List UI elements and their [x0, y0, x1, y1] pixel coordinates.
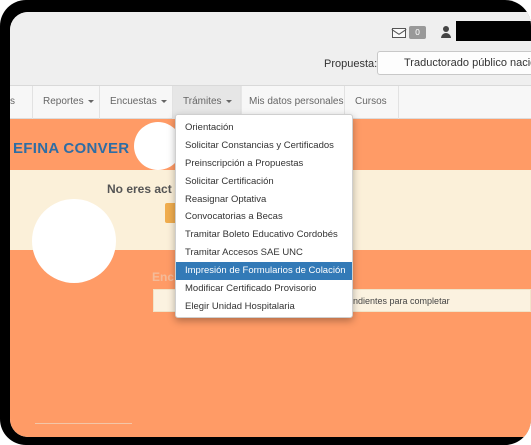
divider	[35, 423, 132, 424]
redaction-circle	[32, 199, 116, 283]
nav-item-cursos[interactable]: Cursos	[355, 86, 387, 119]
browser-viewport: 0 Propuesta: Traductorado público nacion…	[10, 12, 531, 437]
menu-item-unidad-hospitalaria[interactable]: Elegir Unidad Hospitalaria	[176, 298, 352, 316]
tramites-dropdown-menu: Orientación Solicitar Constancias y Cert…	[175, 114, 353, 318]
nav-divider	[99, 86, 100, 119]
caret-down-icon	[225, 99, 232, 103]
menu-item-reasignar-optativa[interactable]: Reasignar Optativa	[176, 191, 352, 209]
user-icon[interactable]	[441, 25, 451, 39]
menu-item-convocatorias-becas[interactable]: Convocatorias a Becas	[176, 208, 352, 226]
menu-item-solicitar-constancias[interactable]: Solicitar Constancias y Certificados	[176, 137, 352, 155]
notice-text: s pendientes para completar	[336, 296, 450, 306]
device-frame: 0 Propuesta: Traductorado público nacion…	[0, 0, 531, 445]
nav-item-label: s	[10, 96, 15, 107]
menu-item-certificado-provisorio[interactable]: Modificar Certificado Provisorio	[176, 280, 352, 298]
nav-item-label: Trámites	[183, 96, 222, 107]
menu-item-preinscripcion[interactable]: Preinscripción a Propuestas	[176, 155, 352, 173]
nav-item-label: Mis datos personales	[249, 96, 344, 107]
nav-item-label: Cursos	[355, 96, 387, 107]
mail-icon[interactable]	[392, 28, 406, 38]
propuesta-label: Propuesta:	[324, 58, 378, 70]
caret-down-icon	[87, 99, 94, 103]
nav-item-reportes[interactable]: Reportes	[43, 86, 94, 119]
section-heading: Enc	[152, 270, 175, 284]
page-title: EFINA CONVER	[13, 140, 130, 157]
nav-item-label: Reportes	[43, 96, 84, 107]
menu-item-solicitar-certificacion[interactable]: Solicitar Certificación	[176, 173, 352, 191]
nav-divider	[398, 86, 399, 119]
menu-item-boleto-educativo[interactable]: Tramitar Boleto Educativo Cordobés	[176, 226, 352, 244]
nav-item-partial[interactable]: s	[10, 86, 15, 119]
menu-item-accesos-sae[interactable]: Tramitar Accesos SAE UNC	[176, 244, 352, 262]
alert-text: No eres act	[107, 182, 172, 196]
nav-item-encuestas[interactable]: Encuestas	[110, 86, 167, 119]
propuesta-select[interactable]: Traductorado público nacion	[377, 51, 531, 75]
menu-item-formularios-colacion[interactable]: Impresión de Formularios de Colación	[176, 262, 352, 281]
message-count-badge[interactable]: 0	[409, 26, 426, 39]
caret-down-icon	[160, 99, 167, 103]
username-redacted[interactable]	[456, 21, 531, 41]
menu-item-orientacion[interactable]: Orientación	[176, 119, 352, 137]
top-bar: 0 Propuesta: Traductorado público nacion	[10, 12, 531, 86]
nav-item-label: Encuestas	[110, 96, 157, 107]
nav-divider	[32, 86, 33, 119]
